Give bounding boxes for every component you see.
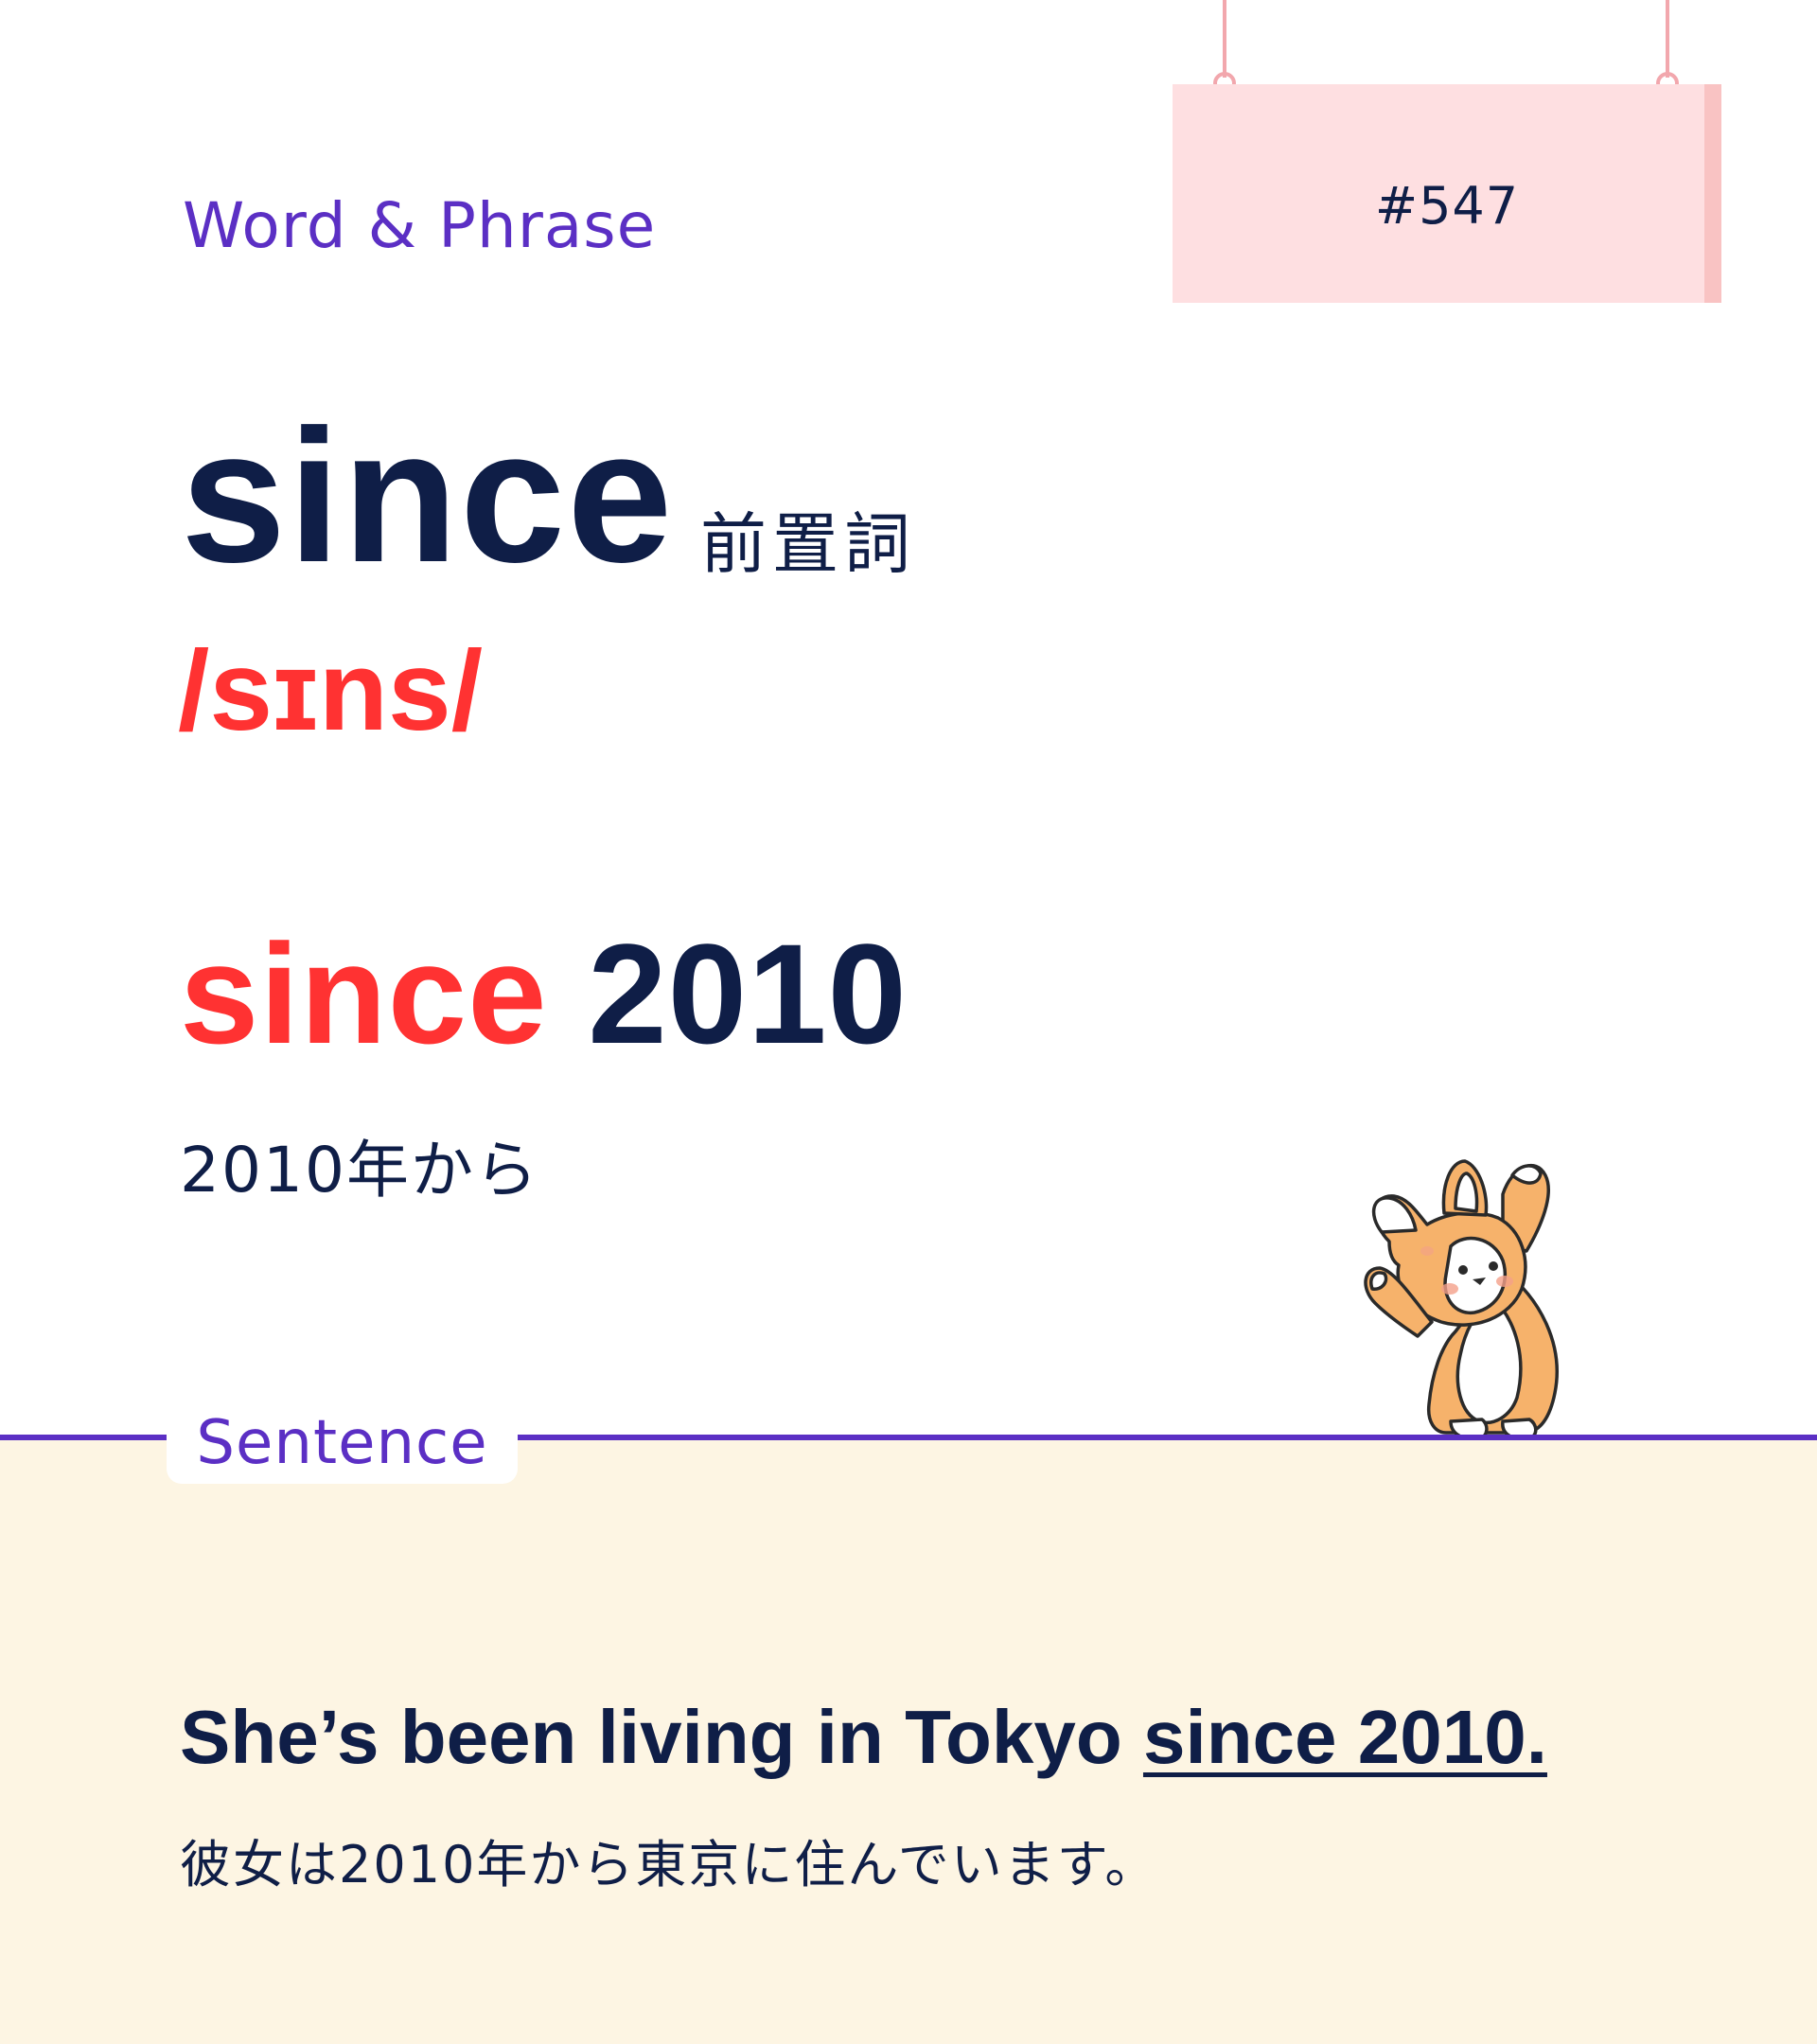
part-of-speech: 前置詞: [700, 505, 916, 583]
card-number: #547: [1374, 176, 1520, 236]
phrase-highlight: since: [180, 914, 548, 1073]
example-sentence-underlined: since 2010.: [1142, 1695, 1547, 1779]
example-sentence: She’s been living in Tokyo since 2010.: [180, 1694, 1547, 1781]
phrase-rest: 2010: [547, 914, 908, 1073]
headword: since: [181, 391, 675, 602]
corgi-stretching-icon: [1364, 1159, 1559, 1440]
section-label: Word & Phrase: [183, 189, 657, 262]
phrase-translation: 2010年から: [180, 1134, 539, 1207]
example-sentence-start: She’s been living in Tokyo: [180, 1695, 1143, 1779]
example-sentence-translation: 彼女は2010年から東京に住んでいます。: [180, 1835, 1158, 1894]
example-phrase: since 2010: [180, 923, 908, 1065]
sentence-label: Sentence: [196, 1408, 488, 1478]
pronunciation: /sɪns/: [178, 627, 484, 754]
